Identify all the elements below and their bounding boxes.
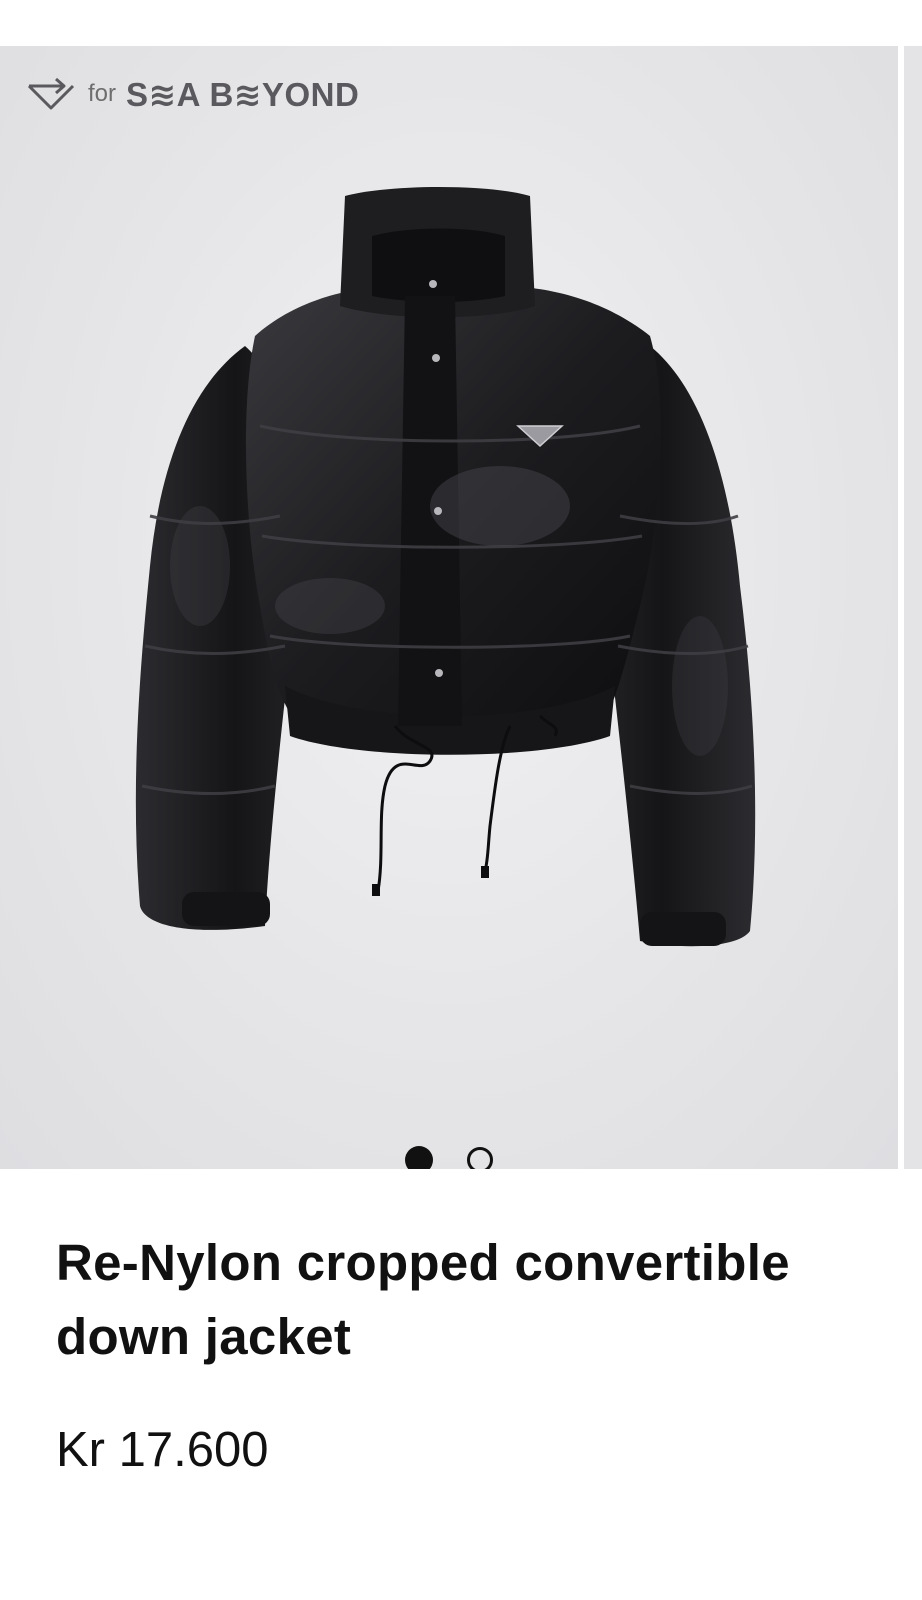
product-price: Kr 17.600 — [56, 1423, 269, 1477]
carousel-dot-2[interactable] — [467, 1147, 493, 1169]
carousel-pagination — [0, 1146, 898, 1169]
product-image[interactable] — [0, 46, 898, 1169]
carousel-dot-1[interactable] — [405, 1146, 433, 1169]
product-title[interactable]: Re-Nylon cropped convertible down jacket — [56, 1226, 836, 1374]
badge-prefix: for — [88, 80, 117, 107]
sea-beyond-logo-icon — [27, 77, 75, 110]
badge-brand: S≋A B≋YOND — [126, 75, 360, 113]
product-image-carousel[interactable] — [0, 46, 898, 1169]
sea-beyond-badge: for S≋A B≋YOND — [26, 74, 359, 114]
next-slide-peek[interactable] — [904, 46, 922, 1169]
